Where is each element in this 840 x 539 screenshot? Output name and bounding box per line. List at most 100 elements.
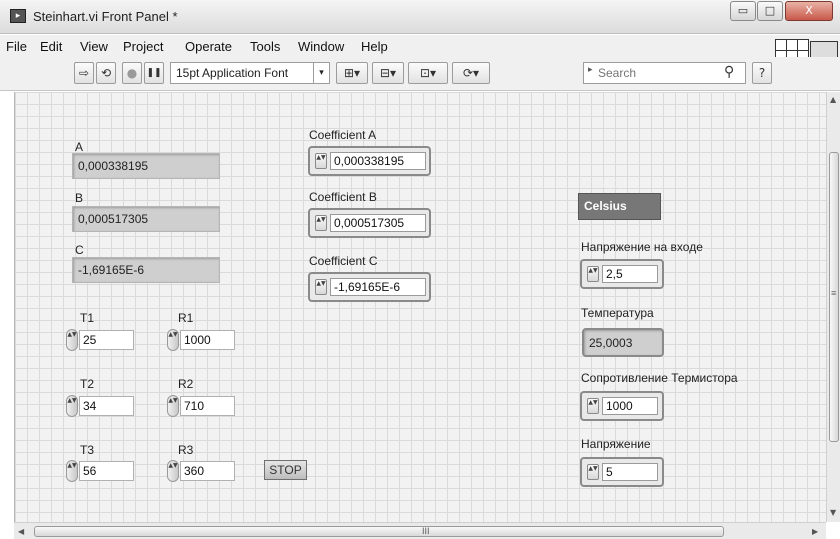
t3-control: ▲▼ 56 [66,460,136,482]
run-button[interactable]: ⇨ [74,62,94,84]
help-button[interactable]: ? [752,62,772,84]
resistance-spinner[interactable]: ▲▼ [587,398,599,414]
window-title: Steinhart.vi Front Panel * [33,9,178,24]
stop-button[interactable]: STOP [264,460,307,480]
t2-spinner[interactable]: ▲▼ [66,395,78,417]
t2-label: T2 [80,377,95,391]
coefficient-c-control: ▲▼ -1,69165E-6 [308,272,431,302]
resistance-field[interactable]: 1000 [602,397,658,415]
r2-control: ▲▼ 710 [167,395,237,417]
t3-field[interactable]: 56 [79,461,134,481]
reorder-button[interactable]: ⟳▾ [452,62,490,84]
labview-vi-icon: ▸ [10,9,26,23]
scroll-left-arrow-icon[interactable]: ◀ [18,527,24,536]
menu-view[interactable]: View [80,39,108,54]
units-ring[interactable]: Celsius [578,193,661,220]
horizontal-scroll-thumb[interactable] [34,526,724,537]
chevron-down-icon: ▾ [313,63,329,83]
search-box[interactable]: ▸ ⚲ [583,62,746,84]
t1-control: ▲▼ 25 [66,329,136,351]
search-input[interactable] [598,65,718,81]
menu-help[interactable]: Help [361,39,388,54]
close-button[interactable]: X [785,1,833,21]
vertical-scroll-thumb[interactable]: ≡ [829,152,839,442]
indicator-c-label: C [75,243,84,257]
t1-field[interactable]: 25 [79,330,134,350]
resistance-label: Сопротивление Термистора [581,371,738,385]
toolbar: ⇨ ⟲ ● ❚❚ 15pt Application Font ▾ ⊞▾ ⊟▾ ⊡… [0,57,840,91]
r1-spinner[interactable]: ▲▼ [167,329,179,351]
r2-field[interactable]: 710 [180,396,235,416]
voltage-control: ▲▼ 5 [580,457,664,487]
t3-label: T3 [80,443,95,457]
units-label: Units (C) [580,178,624,190]
r3-control: ▲▼ 360 [167,460,237,482]
input-voltage-label: Напряжение на входе [581,240,703,254]
t2-field[interactable]: 34 [79,396,134,416]
coefficient-b-field[interactable]: 0,000517305 [330,214,426,232]
coefficient-a-spinner[interactable]: ▲▼ [315,153,327,169]
coefficient-a-control: ▲▼ 0,000338195 [308,146,431,176]
r3-field[interactable]: 360 [180,461,235,481]
vertical-scrollbar[interactable]: ▲ ≡ ▼ [826,92,840,522]
coefficient-c-spinner[interactable]: ▲▼ [315,279,327,295]
r3-spinner[interactable]: ▲▼ [167,460,179,482]
run-continuously-button[interactable]: ⟲ [96,62,116,84]
voltage-spinner[interactable]: ▲▼ [587,464,599,480]
horizontal-scrollbar[interactable]: ◀ III ▶ [14,522,826,539]
distribute-objects-button[interactable]: ⊟▾ [372,62,404,84]
pause-button[interactable]: ❚❚ [144,62,164,84]
coefficient-b-spinner[interactable]: ▲▼ [315,215,327,231]
r1-control: ▲▼ 1000 [167,329,237,351]
r2-label: R2 [178,377,194,391]
search-icon[interactable]: ⚲ [724,64,734,80]
indicator-c: -1,69165E-6 [72,257,220,283]
voltage-label: Напряжение [581,437,651,451]
coefficient-a-field[interactable]: 0,000338195 [330,152,426,170]
resize-objects-button[interactable]: ⊡▾ [408,62,448,84]
abort-button[interactable]: ● [122,62,142,84]
scroll-up-arrow-icon[interactable]: ▲ [830,95,836,104]
coefficient-c-field[interactable]: -1,69165E-6 [330,278,426,296]
coefficient-b-label: Coefficient B [309,190,377,204]
menu-operate[interactable]: Operate [185,39,232,54]
temperature-label: Температура [581,306,654,320]
menu-window[interactable]: Window [298,39,344,54]
menu-edit[interactable]: Edit [40,39,62,54]
menu-project[interactable]: Project [123,39,163,54]
r2-spinner[interactable]: ▲▼ [167,395,179,417]
title-bar: ▸ Steinhart.vi Front Panel * ▭ □ X [0,0,840,34]
font-select-value: 15pt Application Font [176,66,289,80]
coefficient-b-control: ▲▼ 0,000517305 [308,208,431,238]
indicator-b-label: B [75,191,84,205]
t1-spinner[interactable]: ▲▼ [66,329,78,351]
search-expand-icon: ▸ [588,65,593,75]
coefficient-a-label: Coefficient A [309,128,377,142]
scroll-down-arrow-icon[interactable]: ▼ [830,508,836,517]
r1-field[interactable]: 1000 [180,330,235,350]
input-voltage-control: ▲▼ 2,5 [580,259,664,289]
maximize-button[interactable]: □ [757,1,783,21]
resistance-control: ▲▼ 1000 [580,391,664,421]
align-objects-button[interactable]: ⊞▾ [336,62,368,84]
temperature-indicator: 25,0003 [582,328,664,357]
r3-label: R3 [178,443,194,457]
indicator-a: 0,000338195 [72,153,220,179]
input-voltage-spinner[interactable]: ▲▼ [587,266,599,282]
scroll-grip-icon: ≡ [831,288,837,298]
t1-label: T1 [80,311,95,325]
indicator-b: 0,000517305 [72,206,220,232]
scroll-grip-icon: III [422,526,430,536]
t2-control: ▲▼ 34 [66,395,136,417]
coefficient-c-label: Coefficient C [309,254,378,268]
r1-label: R1 [178,311,194,325]
font-select[interactable]: 15pt Application Font ▾ [170,62,330,84]
menu-tools[interactable]: Tools [250,39,280,54]
input-voltage-field[interactable]: 2,5 [602,265,658,283]
menu-file[interactable]: File [6,39,27,54]
minimize-button[interactable]: ▭ [730,1,756,21]
t3-spinner[interactable]: ▲▼ [66,460,78,482]
menu-bar: File Edit View Project Operate Tools Win… [0,35,840,57]
scroll-right-arrow-icon[interactable]: ▶ [812,527,818,536]
voltage-field[interactable]: 5 [602,463,658,481]
